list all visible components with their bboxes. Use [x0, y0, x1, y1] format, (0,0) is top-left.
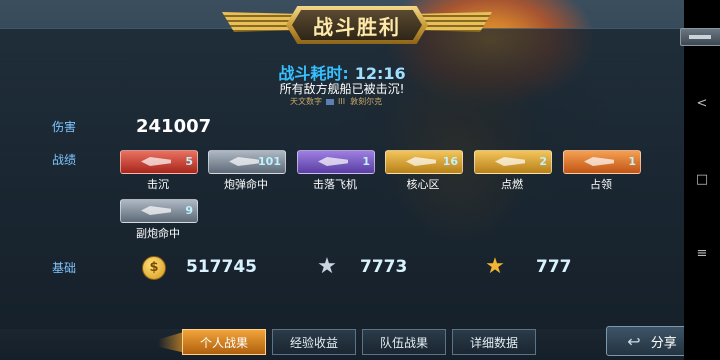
medal-label: 副炮命中	[136, 227, 180, 240]
medal-label: 击落飞机	[313, 178, 357, 191]
xp-value: 7773	[360, 257, 408, 277]
medal-count: 5	[185, 155, 193, 168]
tab-team-results[interactable]: 队伍战果	[362, 329, 446, 355]
gold-star-icon: ★	[485, 254, 505, 279]
record-label: 战绩	[52, 153, 77, 167]
result-message: 所有敌方舰船已被击沉!	[279, 82, 405, 96]
base-label: 基础	[52, 261, 77, 275]
share-label: 分享	[650, 335, 677, 351]
medal-label: 点燃	[501, 178, 523, 191]
ship-tier: III	[338, 97, 346, 106]
home-nav-icon[interactable]: □	[695, 172, 709, 187]
medal-plane-shot[interactable]: 1	[297, 150, 375, 174]
medal-count: 16	[442, 155, 458, 168]
back-nav-icon[interactable]: <	[695, 96, 709, 111]
share-arrow-icon: ↩	[627, 331, 641, 351]
damage-value: 241007	[136, 116, 212, 137]
medal-count: 1	[362, 155, 370, 168]
victory-banner: 战斗胜利	[222, 2, 492, 52]
medal-count: 1	[628, 155, 636, 168]
menu-toggle-button[interactable]	[680, 28, 720, 46]
medal-label: 核心区	[406, 178, 440, 191]
tab-personal-results[interactable]: 个人战果	[182, 329, 266, 355]
medal-secondary-hit[interactable]: 9	[120, 199, 198, 223]
medal-label: 占领	[590, 178, 612, 191]
flame-icon	[495, 157, 525, 166]
plane-silhouette-icon	[141, 157, 171, 166]
banner-title: 战斗胜利	[292, 10, 422, 40]
medal-count: 9	[185, 204, 193, 217]
free-xp-value: 777	[536, 257, 572, 277]
silver-star-icon: ★	[317, 254, 337, 279]
coin-value: 517745	[186, 257, 257, 277]
ship-name: 敦刻尔克	[350, 97, 383, 106]
medal-label: 炮弹命中	[224, 178, 268, 191]
medal-label: 击沉	[147, 178, 169, 191]
medal-citadel[interactable]: 16	[385, 150, 463, 174]
medal-shell-hit[interactable]: 101	[208, 150, 286, 174]
medal-fire[interactable]: 2	[474, 150, 552, 174]
chevron-rank-icon	[584, 157, 614, 166]
tab-xp-earnings[interactable]: 经验收益	[272, 329, 356, 355]
medal-count: 101	[258, 155, 281, 168]
menu-nav-icon[interactable]: ≡	[695, 246, 709, 261]
player-name: 天文数字	[290, 97, 322, 106]
medal-count: 2	[539, 155, 547, 168]
secondary-gun-icon	[141, 206, 171, 215]
medal-sink[interactable]: 5	[120, 150, 198, 174]
coin-icon: $	[142, 256, 166, 280]
medal-capture[interactable]: 1	[563, 150, 641, 174]
damage-label: 伤害	[52, 120, 77, 134]
system-nav-bar: < □ ≡	[684, 0, 720, 360]
nation-flag-icon	[326, 98, 334, 105]
tab-detailed-data[interactable]: 详细数据	[452, 329, 536, 355]
ship-info: 天文数字 III 敦刻尔克	[290, 96, 382, 107]
aircraft-icon	[318, 157, 348, 166]
shell-icon	[229, 157, 259, 166]
ship-core-icon	[406, 157, 436, 166]
